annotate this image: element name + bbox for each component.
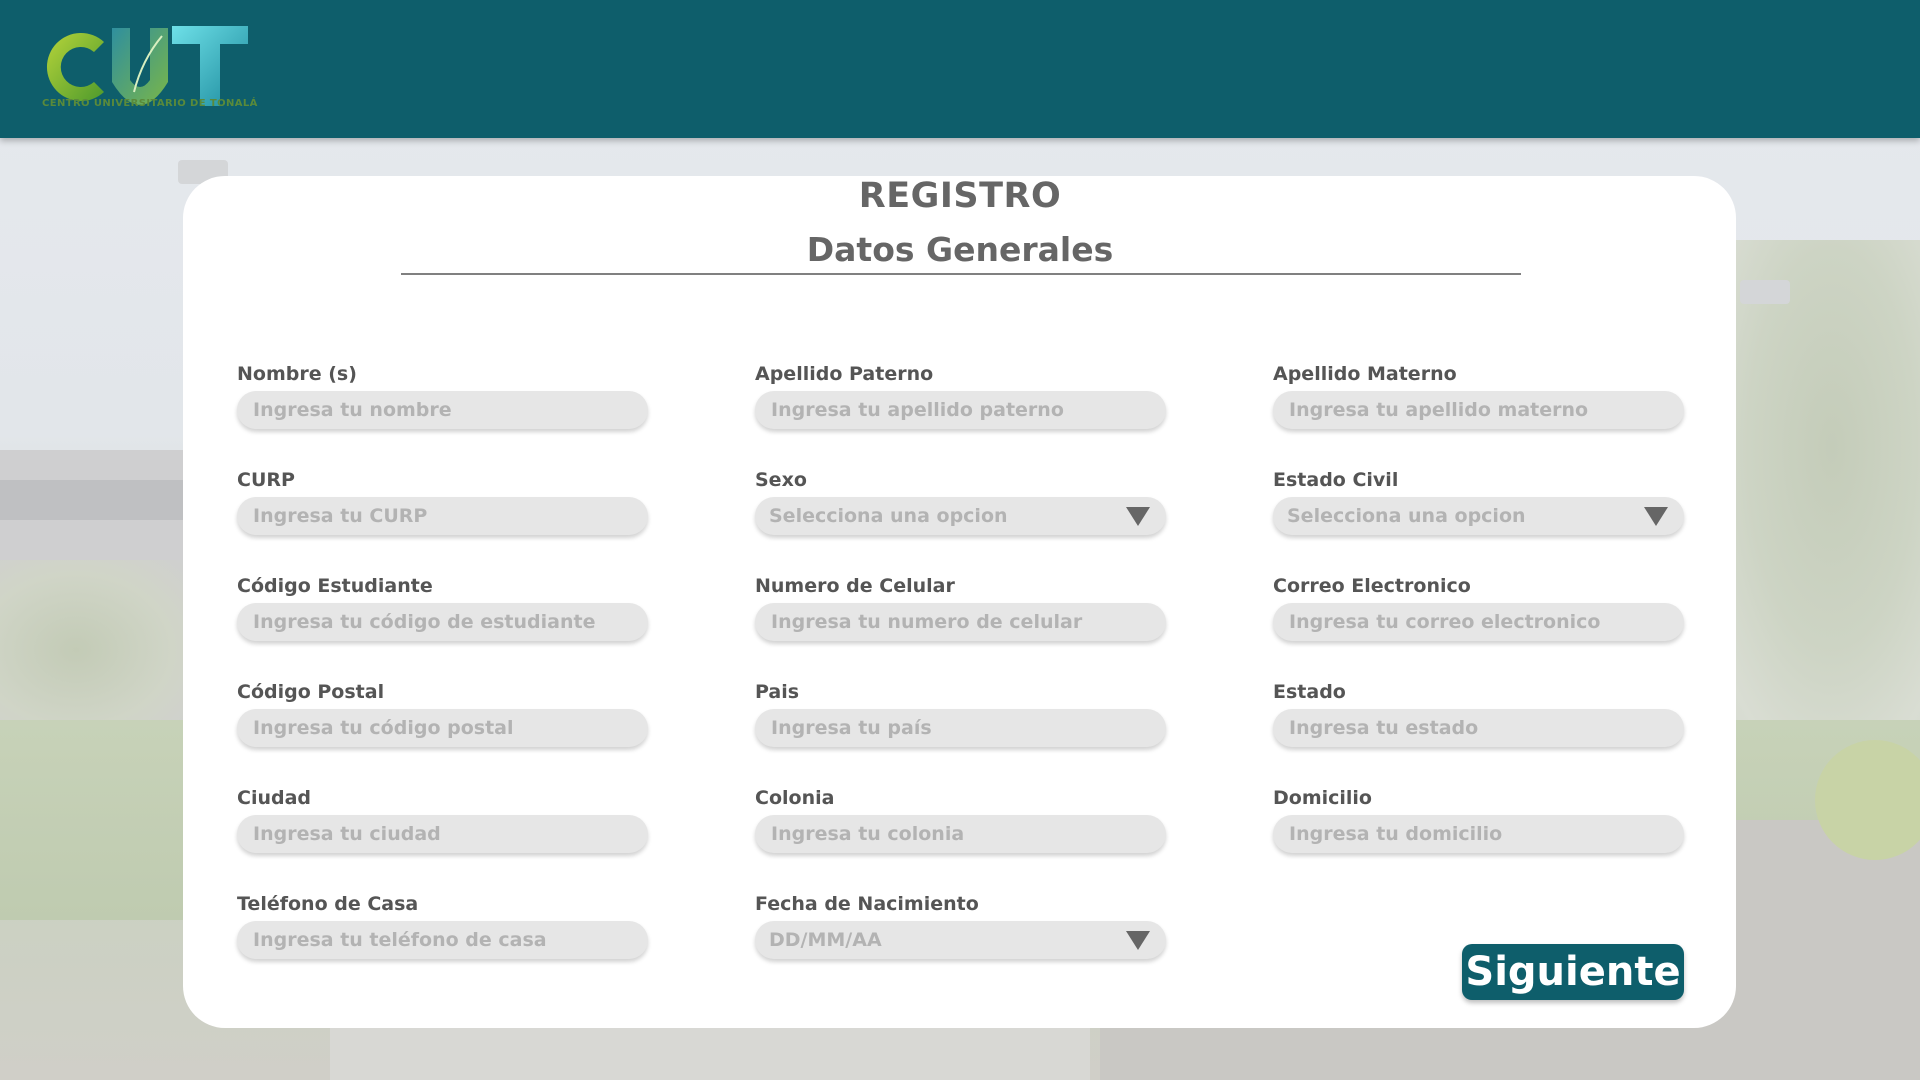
apellido-paterno-input[interactable]: Ingresa tu apellido paterno — [755, 391, 1166, 429]
codigo-postal-input[interactable]: Ingresa tu código postal — [237, 709, 648, 747]
field-label: Fecha de Nacimiento — [755, 893, 979, 915]
field-estado: Estado Ingresa tu estado — [1273, 681, 1684, 747]
field-label: Pais — [755, 681, 800, 703]
apellido-materno-input[interactable]: Ingresa tu apellido materno — [1273, 391, 1684, 429]
field-apellido-paterno: Apellido Paterno Ingresa tu apellido pat… — [755, 363, 1166, 429]
field-label: Estado — [1273, 681, 1346, 703]
select-placeholder: Selecciona una opcion — [769, 505, 1008, 527]
field-colonia: Colonia Ingresa tu colonia — [755, 787, 1166, 853]
page-title: REGISTRO — [858, 176, 1062, 216]
field-label: Domicilio — [1273, 787, 1372, 809]
field-fecha-nacimiento: Fecha de Nacimiento DD/MM/AA — [755, 893, 1166, 959]
field-label: Colonia — [755, 787, 835, 809]
celular-input[interactable]: Ingresa tu numero de celular — [755, 603, 1166, 641]
field-label: Estado Civil — [1273, 469, 1399, 491]
field-codigo-postal: Código Postal Ingresa tu código postal — [237, 681, 648, 747]
field-label: Numero de Celular — [755, 575, 955, 597]
field-label: Nombre (s) — [237, 363, 357, 385]
field-label: Sexo — [755, 469, 807, 491]
telefono-casa-input[interactable]: Ingresa tu teléfono de casa — [237, 921, 648, 959]
field-label: Apellido Paterno — [755, 363, 934, 385]
field-pais: Pais Ingresa tu país — [755, 681, 1166, 747]
domicilio-input[interactable]: Ingresa tu domicilio — [1273, 815, 1684, 853]
triangle-down-icon[interactable] — [1126, 507, 1150, 526]
field-apellido-materno: Apellido Materno Ingresa tu apellido mat… — [1273, 363, 1684, 429]
select-placeholder: DD/MM/AA — [769, 929, 882, 951]
correo-input[interactable]: Ingresa tu correo electronico — [1273, 603, 1684, 641]
field-curp: CURP Ingresa tu CURP — [237, 469, 648, 535]
field-label: Código Postal — [237, 681, 385, 703]
field-ciudad: Ciudad Ingresa tu ciudad — [237, 787, 648, 853]
field-codigo-estudiante: Código Estudiante Ingresa tu código de e… — [237, 575, 648, 641]
field-sexo: Sexo Selecciona una opcion — [755, 469, 1166, 535]
field-telefono-casa: Teléfono de Casa Ingresa tu teléfono de … — [237, 893, 648, 959]
fecha-nacimiento-select[interactable]: DD/MM/AA — [755, 921, 1166, 959]
estado-civil-select[interactable]: Selecciona una opcion — [1273, 497, 1684, 535]
next-button[interactable]: Siguiente — [1462, 944, 1684, 1000]
field-label: Apellido Materno — [1273, 363, 1457, 385]
field-celular: Numero de Celular Ingresa tu numero de c… — [755, 575, 1166, 641]
ciudad-input[interactable]: Ingresa tu ciudad — [237, 815, 648, 853]
field-correo: Correo Electronico Ingresa tu correo ele… — [1273, 575, 1684, 641]
triangle-down-icon[interactable] — [1126, 931, 1150, 950]
sexo-select[interactable]: Selecciona una opcion — [755, 497, 1166, 535]
field-label: Ciudad — [237, 787, 312, 809]
field-estado-civil: Estado Civil Selecciona una opcion — [1273, 469, 1684, 535]
nombre-input[interactable]: Ingresa tu nombre — [237, 391, 648, 429]
colonia-input[interactable]: Ingresa tu colonia — [755, 815, 1166, 853]
curp-input[interactable]: Ingresa tu CURP — [237, 497, 648, 535]
select-placeholder: Selecciona una opcion — [1287, 505, 1526, 527]
field-label: CURP — [237, 469, 295, 491]
field-nombre: Nombre (s) Ingresa tu nombre — [237, 363, 648, 429]
field-domicilio: Domicilio Ingresa tu domicilio — [1273, 787, 1684, 853]
field-label: Teléfono de Casa — [237, 893, 419, 915]
registration-form: REGISTRO Datos Generales Nombre (s) Ingr… — [0, 0, 1920, 1080]
section-subtitle: Datos Generales — [806, 230, 1114, 269]
field-label: Código Estudiante — [237, 575, 433, 597]
pais-input[interactable]: Ingresa tu país — [755, 709, 1166, 747]
estado-input[interactable]: Ingresa tu estado — [1273, 709, 1684, 747]
title-divider — [401, 273, 1521, 275]
codigo-estudiante-input[interactable]: Ingresa tu código de estudiante — [237, 603, 648, 641]
field-label: Correo Electronico — [1273, 575, 1471, 597]
triangle-down-icon[interactable] — [1644, 507, 1668, 526]
